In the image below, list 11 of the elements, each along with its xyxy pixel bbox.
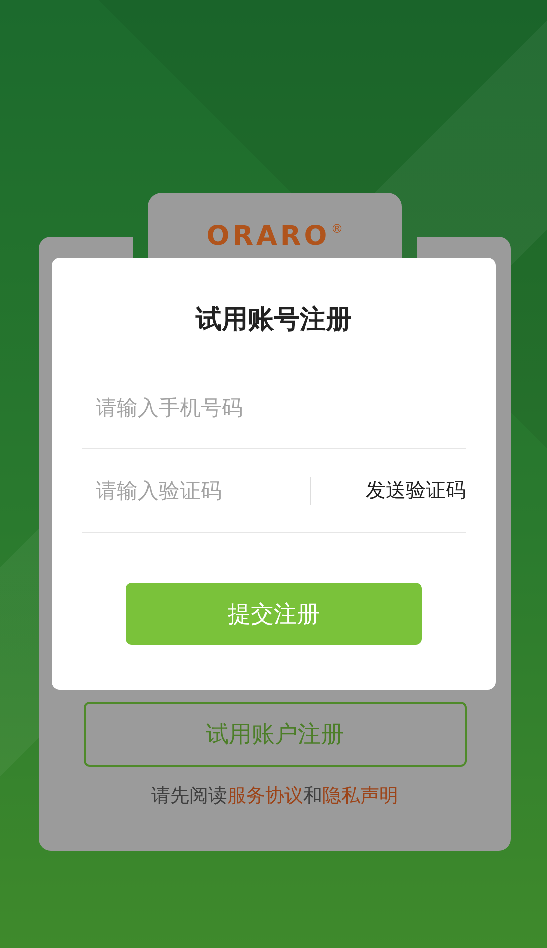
logo: ORARO bbox=[206, 223, 330, 251]
dialog-title: 试用账号注册 bbox=[194, 304, 353, 336]
send-code-button[interactable]: 发送验证码 bbox=[366, 477, 466, 504]
service-agreement-link[interactable]: 服务协议 bbox=[228, 785, 304, 807]
submit-button[interactable]: 提交注册 bbox=[126, 583, 422, 645]
agreement-text: 请先阅读服务协议和隐私声明 bbox=[152, 784, 398, 809]
registered-mark: ® bbox=[331, 223, 344, 235]
register-button[interactable]: 试用账户注册 bbox=[84, 702, 466, 767]
privacy-link[interactable]: 隐私声明 bbox=[322, 785, 398, 807]
code-field[interactable]: 请输入验证码 bbox=[82, 472, 296, 508]
phone-field[interactable]: 请输入手机号码 bbox=[82, 390, 466, 426]
